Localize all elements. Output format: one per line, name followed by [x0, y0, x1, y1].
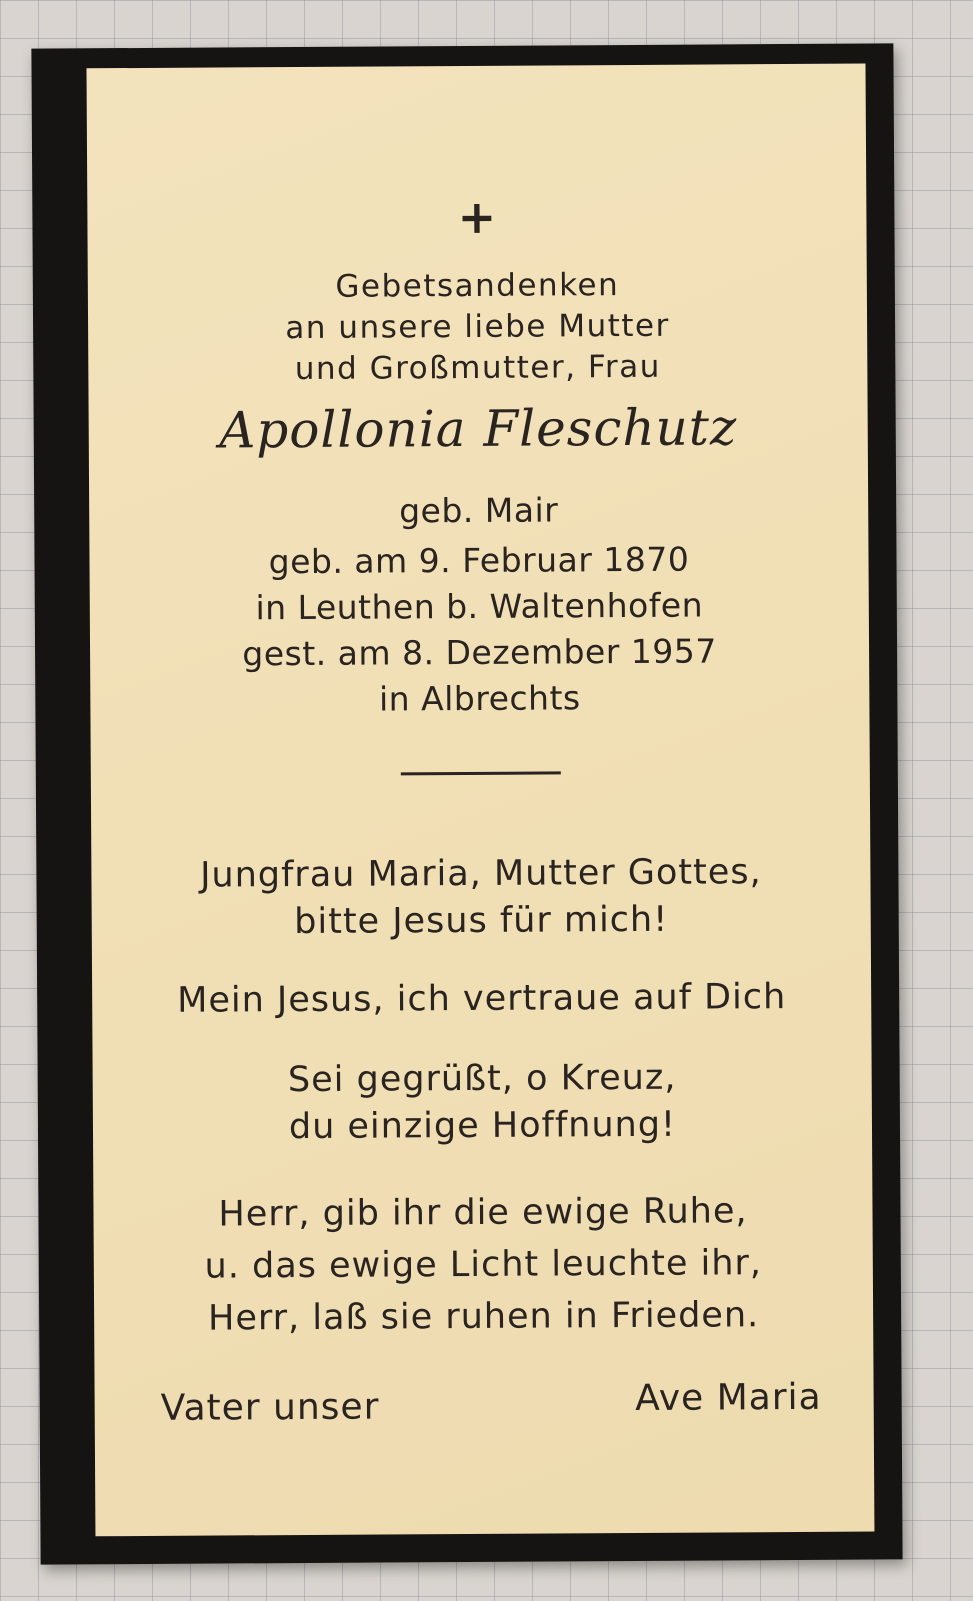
closing-vater-unser: Vater unser	[160, 1386, 380, 1429]
prayer-line-2: bitte Jesus für mich!	[294, 899, 669, 943]
prayer-line-3: Mein Jesus, ich vertraue auf Dich	[177, 977, 787, 1021]
prayer-line-5: du einzige Hoffnung!	[288, 1104, 677, 1148]
birth-place: in Leuthen b. Waltenhofen	[255, 585, 704, 628]
prayer-line-7: u. das ewige Licht leuchte ihr,	[204, 1243, 763, 1287]
birth-date: geb. am 9. Februar 1870	[268, 539, 690, 582]
deceased-name: Apollonia Fleschutz	[219, 398, 738, 460]
death-date: gest. am 8. Dezember 1957	[242, 631, 717, 674]
maiden-name: geb. Mair	[399, 490, 559, 531]
intro-line-1: Gebetsandenken	[335, 267, 620, 305]
intro-line-2: an unsere liebe Mutter	[285, 307, 670, 347]
prayer-line-8: Herr, laß sie ruhen in Frieden.	[207, 1295, 760, 1339]
card-paper: + Gebetsandenken an unsere liebe Mutter …	[86, 63, 875, 1537]
prayer-line-6: Herr, gib ihr die ewige Ruhe,	[218, 1191, 748, 1235]
prayer-line-4: Sei gegrüßt, o Kreuz,	[287, 1057, 677, 1101]
memorial-card: + Gebetsandenken an unsere liebe Mutter …	[31, 43, 903, 1565]
cross-symbol: +	[457, 189, 497, 245]
death-place: in Albrechts	[378, 678, 581, 719]
intro-line-3: und Großmutter, Frau	[294, 348, 661, 388]
divider-line	[400, 771, 561, 776]
closing-ave-maria: Ave Maria	[635, 1376, 822, 1419]
prayer-line-1: Jungfrau Maria, Mutter Gottes,	[200, 852, 762, 896]
